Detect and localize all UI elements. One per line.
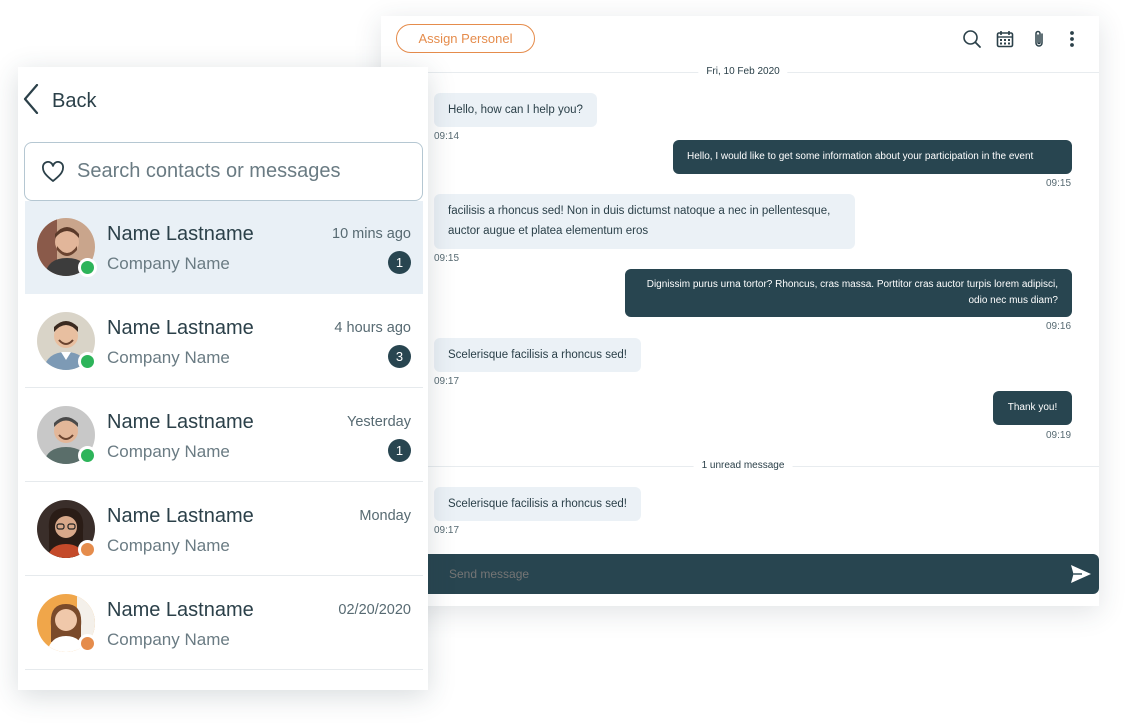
message-time: 09:17	[434, 525, 460, 536]
contact-item[interactable]: Name Lastname Company Name Monday	[25, 483, 423, 576]
contact-name: Name Lastname	[107, 411, 254, 433]
message-time: 09:19	[1046, 430, 1072, 441]
search-input[interactable]	[77, 160, 397, 183]
unread-badge: 1	[388, 251, 411, 274]
contact-time: Yesterday	[347, 414, 411, 430]
message-bubble-outgoing: Hello, I would like to get some informat…	[673, 140, 1072, 174]
unread-badge: 3	[388, 345, 411, 368]
calendar-icon[interactable]	[994, 28, 1016, 50]
chevron-left-icon	[23, 83, 39, 119]
away-status-dot	[78, 634, 97, 653]
message-bubble-outgoing: Thank you!	[993, 391, 1072, 425]
message-time: 09:15	[434, 253, 460, 264]
contact-name: Name Lastname	[107, 223, 254, 245]
online-status-dot	[78, 352, 97, 371]
back-button[interactable]: Back	[23, 83, 97, 119]
back-label: Back	[52, 90, 97, 112]
message-time: 09:17	[434, 376, 460, 387]
away-status-dot	[78, 540, 97, 559]
contact-company: Company Name	[107, 442, 230, 461]
message-input[interactable]	[449, 554, 1009, 594]
contact-time: 4 hours ago	[334, 320, 411, 336]
online-status-dot	[78, 446, 97, 465]
contact-time: Monday	[359, 508, 411, 524]
contact-item[interactable]: Name Lastname Company Name 02/20/2020	[25, 577, 423, 670]
message-time: 09:16	[1046, 321, 1072, 332]
paperclip-icon[interactable]	[1028, 28, 1050, 50]
message-bubble-incoming: Hello, how can I help you?	[434, 93, 597, 127]
send-icon[interactable]	[1069, 562, 1093, 586]
search-icon[interactable]	[961, 28, 983, 50]
more-vertical-icon[interactable]	[1061, 28, 1083, 50]
contact-name: Name Lastname	[107, 505, 254, 527]
message-bubble-outgoing: Dignissim purus urna tortor? Rhoncus, cr…	[625, 269, 1072, 317]
chat-panel: Assign Personel Fri, 10 Feb 2020 Hello, …	[381, 16, 1099, 606]
message-composer	[428, 554, 1099, 594]
message-time: 09:15	[1046, 178, 1072, 189]
contact-name: Name Lastname	[107, 317, 254, 339]
contact-company: Company Name	[107, 254, 230, 273]
contact-item[interactable]: Name Lastname Company Name Yesterday 1	[25, 389, 423, 482]
online-status-dot	[78, 258, 97, 277]
contact-time: 10 mins ago	[332, 226, 411, 242]
message-bubble-incoming: Scelerisque facilisis a rhoncus sed!	[434, 487, 641, 521]
contact-company: Company Name	[107, 348, 230, 367]
search-box	[24, 142, 423, 201]
contact-name: Name Lastname	[107, 599, 254, 621]
unread-divider-label: 1 unread message	[693, 460, 793, 471]
message-bubble-incoming: facilisis a rhoncus sed! Non in duis dic…	[434, 194, 855, 249]
contact-company: Company Name	[107, 630, 230, 649]
contact-item[interactable]: Name Lastname Company Name 4 hours ago 3	[25, 295, 423, 388]
contact-time: 02/20/2020	[338, 602, 411, 618]
heart-icon	[41, 160, 65, 183]
chat-toolbar: Assign Personel	[381, 16, 1099, 72]
date-divider-label: Fri, 10 Feb 2020	[698, 66, 788, 77]
assign-personel-button[interactable]: Assign Personel	[396, 24, 535, 53]
message-time: 09:14	[434, 131, 460, 142]
contact-company: Company Name	[107, 536, 230, 555]
unread-badge: 1	[388, 439, 411, 462]
contacts-panel: Back Name Lastname Company Name 10 mins …	[18, 67, 428, 690]
contact-item[interactable]: Name Lastname Company Name 10 mins ago 1	[25, 201, 423, 294]
message-bubble-incoming: Scelerisque facilisis a rhoncus sed!	[434, 338, 641, 372]
